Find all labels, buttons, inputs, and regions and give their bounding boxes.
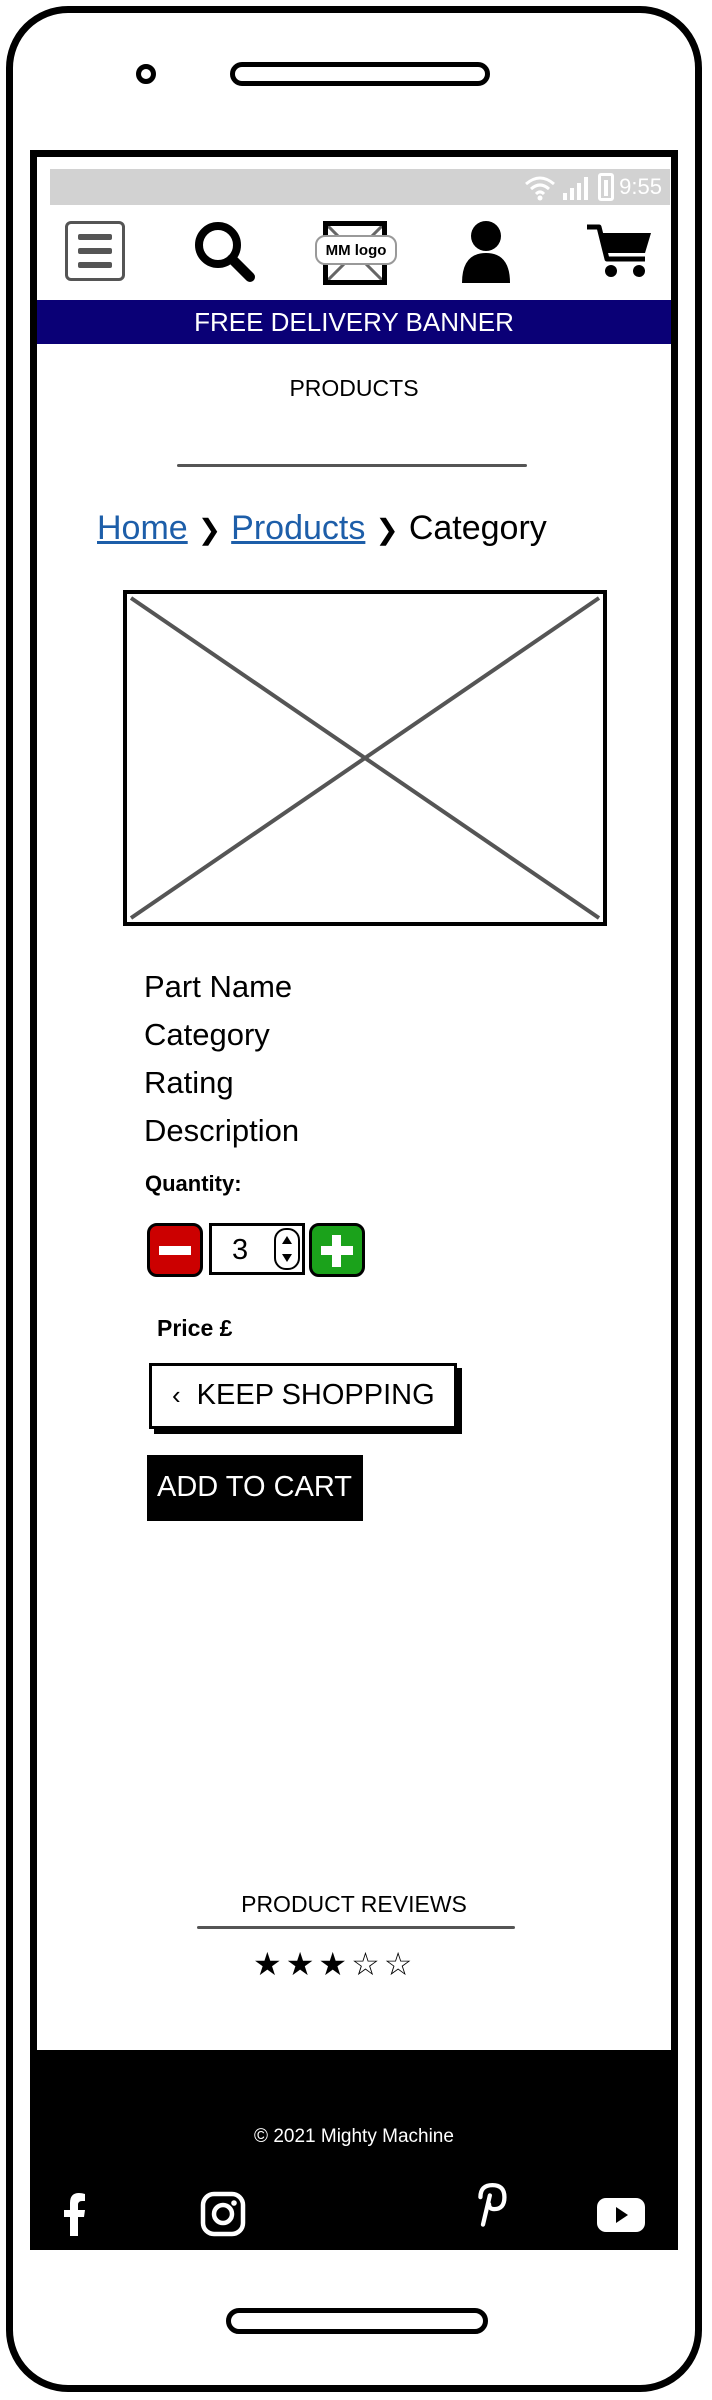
logo-label: MM logo [315, 235, 397, 265]
status-bar: 9:55 [50, 169, 670, 205]
front-camera [136, 64, 156, 84]
keep-shopping-label: KEEP SHOPPING [196, 1379, 435, 1411]
price-label: Price £ [157, 1315, 233, 1341]
breadcrumb-separator: ❯ [197, 514, 222, 545]
breadcrumb-separator: ❯ [375, 514, 399, 545]
title-divider [177, 464, 527, 467]
product-image-placeholder [123, 590, 607, 926]
youtube-icon[interactable] [595, 2190, 647, 2238]
footer: © 2021 Mighty Machine [37, 2050, 671, 2243]
quantity-label: Quantity: [145, 1171, 242, 1196]
product-category: Category [144, 1017, 270, 1052]
free-delivery-banner[interactable]: FREE DELIVERY BANNER [37, 300, 671, 344]
product-description: Description [144, 1113, 300, 1148]
user-icon[interactable] [460, 219, 512, 283]
signal-icon [563, 177, 588, 200]
breadcrumb: Home ❯ Products ❯ Category [97, 509, 547, 548]
part-name: Part Name [144, 969, 293, 1004]
battery-icon [598, 173, 614, 201]
facebook-icon[interactable] [51, 2190, 99, 2238]
menu-icon[interactable] [65, 221, 125, 281]
phone-screen: 9:55 MM logo FREE DELIVERY BANNER PRODUC… [30, 150, 678, 2250]
stepper-arrows-icon[interactable] [274, 1228, 300, 1270]
breadcrumb-current: Category [408, 509, 547, 547]
copyright-text: © 2021 Mighty Machine [37, 2126, 671, 2148]
add-to-cart-button[interactable]: ADD TO CART [147, 1455, 363, 1521]
status-time: 9:55 [619, 174, 662, 199]
increase-quantity-button[interactable] [309, 1223, 365, 1277]
page-title: PRODUCTS [289, 375, 419, 401]
phone-home-button [226, 2308, 488, 2334]
cart-icon[interactable] [585, 221, 655, 281]
breadcrumb-home-link[interactable]: Home [97, 509, 188, 547]
quantity-stepper[interactable]: 3 [209, 1223, 305, 1275]
breadcrumb-products-link[interactable]: Products [231, 509, 365, 547]
product-reviews-title: PRODUCT REVIEWS [241, 1891, 467, 1917]
wifi-icon [525, 176, 555, 201]
chevron-left-icon: ‹ [172, 1380, 181, 1410]
copyright-label: 2021 Mighty Machine [273, 2126, 454, 2147]
star-rating: ★★★☆☆ [253, 1946, 417, 1982]
decrease-quantity-button[interactable] [147, 1223, 203, 1277]
quantity-value: 3 [232, 1234, 249, 1266]
keep-shopping-button[interactable]: ‹ KEEP SHOPPING [149, 1363, 457, 1429]
pinterest-icon[interactable] [465, 2180, 513, 2228]
instagram-icon[interactable] [199, 2190, 247, 2238]
search-icon[interactable] [192, 219, 256, 283]
product-rating: Rating [144, 1065, 234, 1100]
phone-speaker [230, 62, 490, 86]
reviews-divider [197, 1926, 515, 1929]
copyright-icon: © [254, 2126, 269, 2147]
